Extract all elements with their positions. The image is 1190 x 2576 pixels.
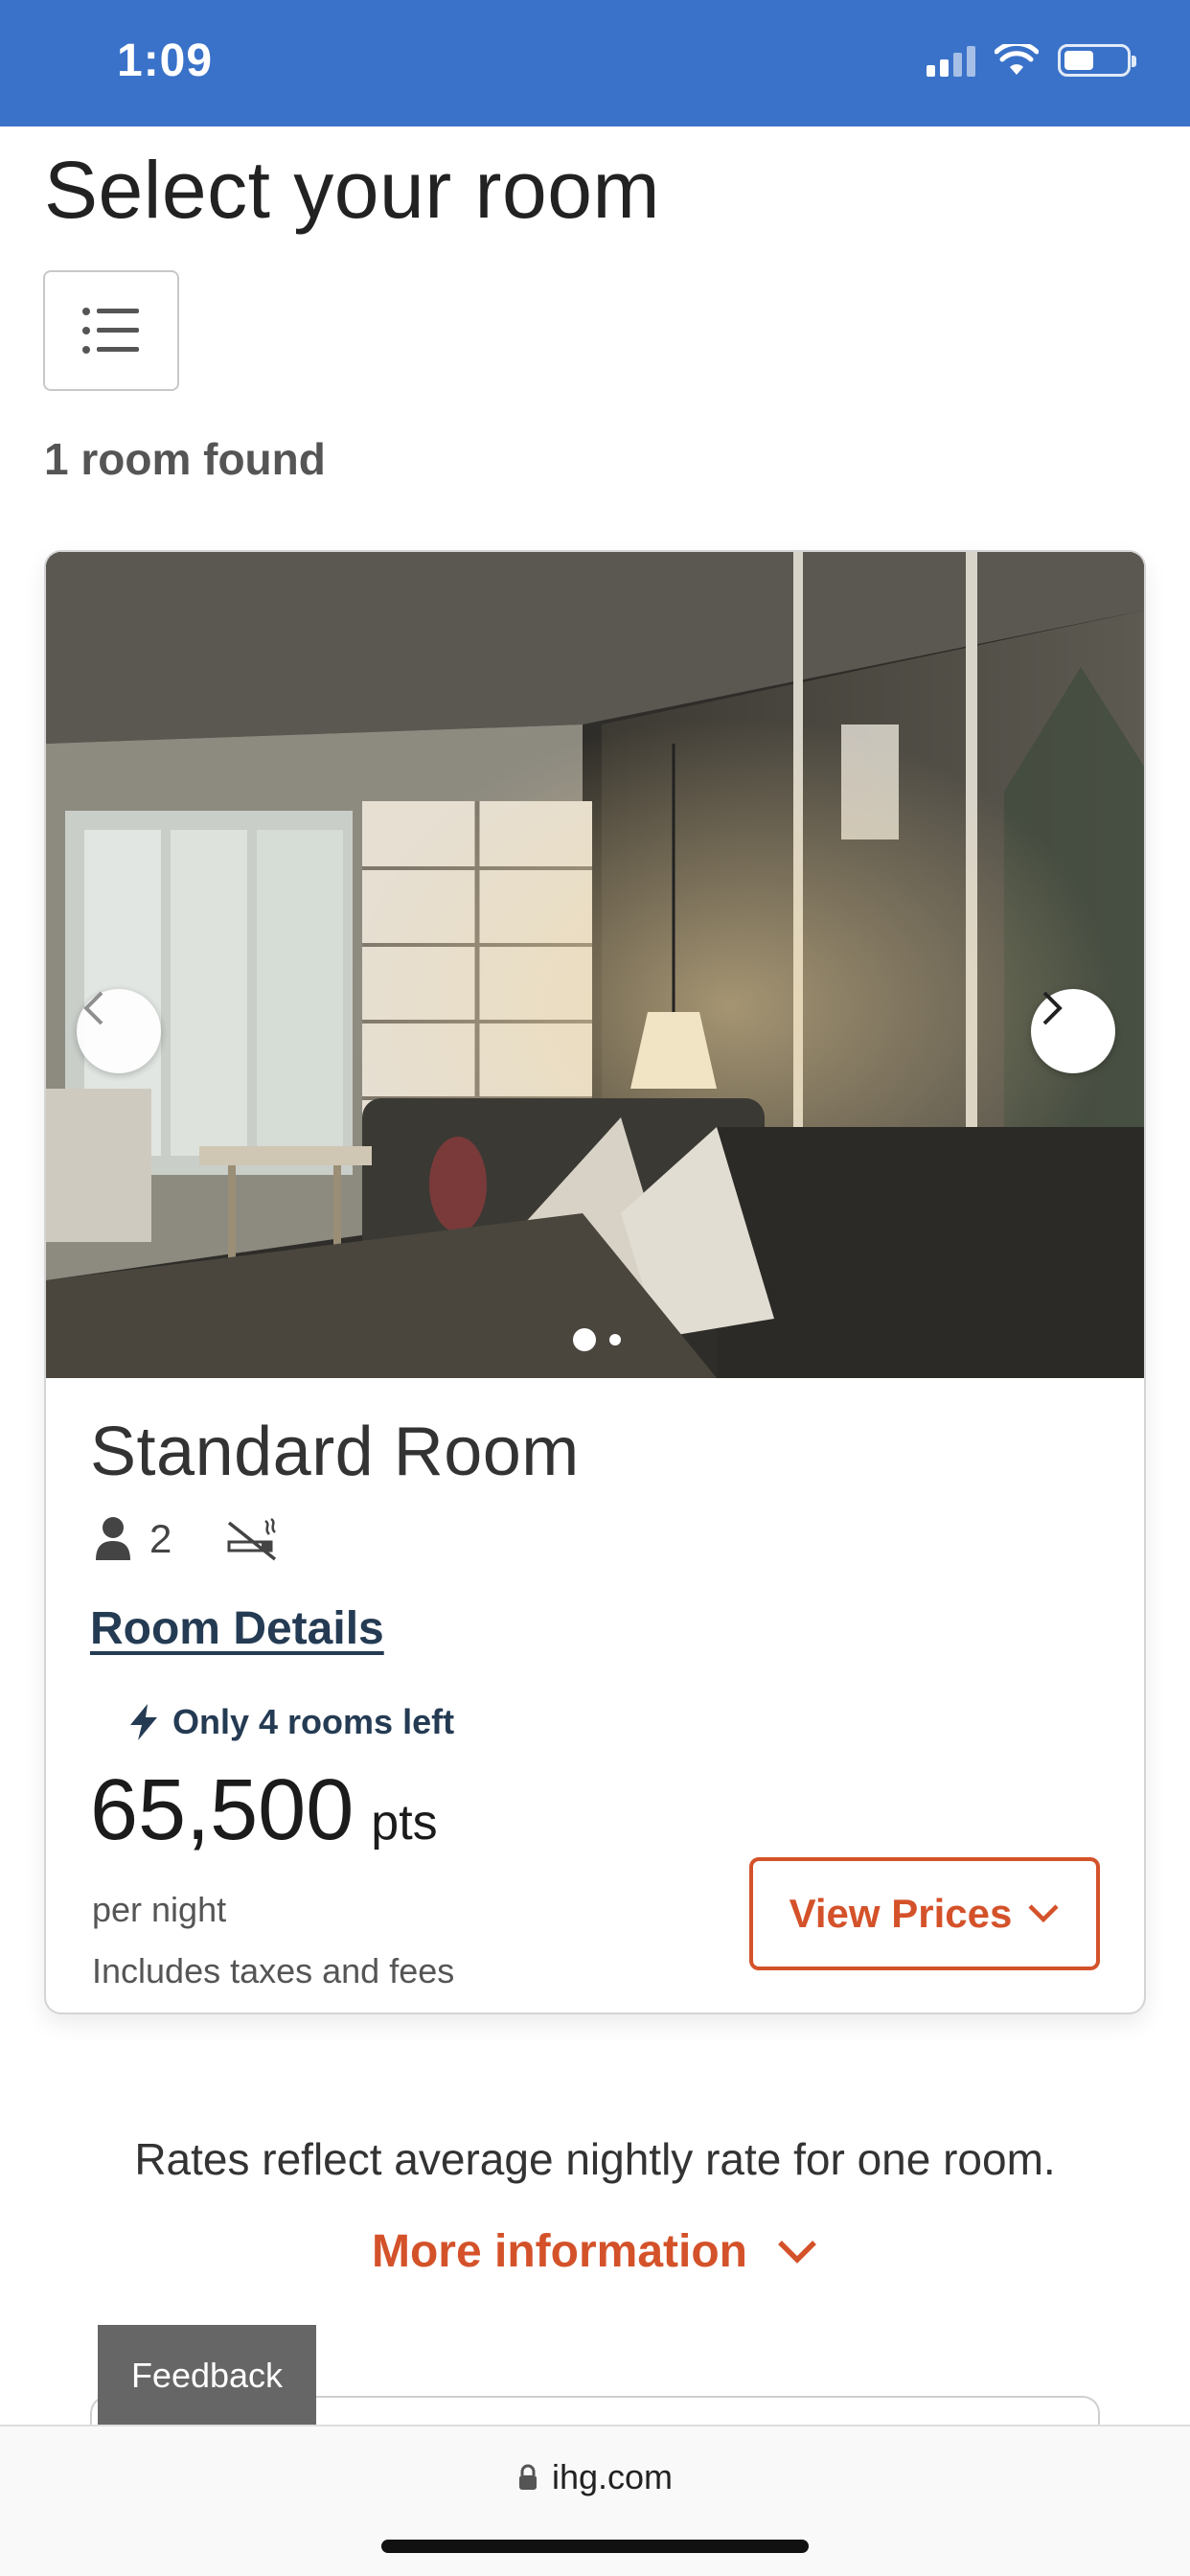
status-time: 1:09 (117, 35, 214, 86)
wifi-icon (995, 44, 1039, 75)
chevron-right-icon (1042, 991, 1063, 1025)
rates-note: Rates reflect average nightly rate for o… (134, 2134, 1056, 2184)
carousel-dot-active[interactable] (573, 1328, 596, 1351)
price-value: 65,500 (90, 1762, 355, 1858)
lock-icon (518, 2464, 537, 2490)
room-capacity: 2 (149, 1516, 172, 1561)
more-information-label: More information (372, 2226, 747, 2277)
view-prices-label: View Prices (789, 1891, 1013, 1936)
carousel-prev-button[interactable] (77, 989, 161, 1073)
carousel-dot[interactable] (609, 1334, 621, 1346)
battery-icon (1058, 44, 1136, 77)
per-night-label: per night (92, 1890, 227, 1929)
filter-button[interactable] (43, 270, 179, 391)
room-details-link[interactable]: Room Details (90, 1602, 384, 1655)
taxes-note: Includes taxes and fees (92, 1951, 455, 1990)
lightning-icon (130, 1704, 157, 1740)
page-title: Select your room (44, 145, 660, 235)
carousel-next-button[interactable] (1031, 989, 1115, 1073)
person-icon (96, 1517, 130, 1560)
home-indicator[interactable] (381, 2540, 809, 2553)
carousel-dots (46, 1328, 1144, 1351)
room-photo-image (46, 552, 1144, 1378)
more-information-toggle[interactable]: More information (0, 2225, 1190, 2278)
room-amenities: 2 (94, 1516, 279, 1562)
chevron-down-icon (778, 2240, 816, 2264)
room-name: Standard Room (90, 1414, 580, 1490)
no-smoking-icon (227, 1517, 277, 1561)
room-card: Standard Room 2 Room Details Only 4 room… (44, 550, 1146, 2014)
view-prices-button[interactable]: View Prices (749, 1857, 1100, 1970)
signal-icon (927, 44, 975, 77)
status-bar: 1:09 (0, 0, 1190, 126)
url-text: ihg.com (551, 2457, 674, 2496)
filter-list-icon (82, 308, 139, 354)
url-bar[interactable]: ihg.com (0, 2457, 1190, 2497)
feedback-button[interactable]: Feedback (98, 2325, 316, 2426)
room-photo[interactable] (46, 552, 1144, 1378)
status-icons (927, 44, 1136, 77)
chevron-down-icon (1028, 1904, 1059, 1923)
results-count: 1 room found (44, 434, 326, 484)
price-unit: pts (371, 1795, 438, 1851)
chevron-left-icon (83, 991, 103, 1025)
price: 65,500 pts (90, 1761, 438, 1860)
availability-text: Only 4 rooms left (172, 1702, 455, 1741)
browser-bar: ihg.com (0, 2425, 1190, 2576)
availability-alert: Only 4 rooms left (128, 1702, 454, 1742)
